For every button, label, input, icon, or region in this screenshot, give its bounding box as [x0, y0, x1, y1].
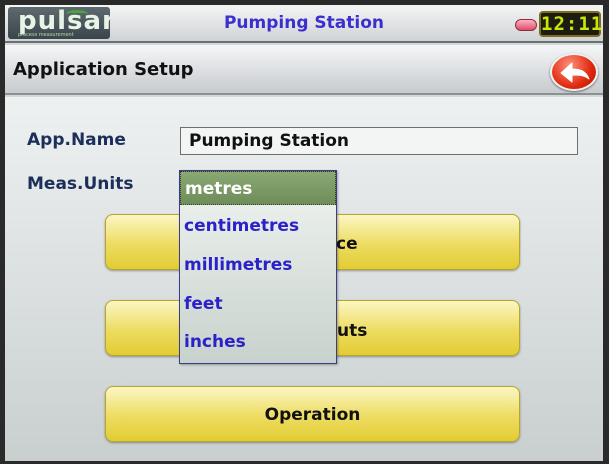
- app-name-field[interactable]: Pumping Station: [180, 127, 578, 155]
- units-option-millimetres[interactable]: millimetres: [180, 248, 336, 282]
- back-button[interactable]: [550, 53, 598, 91]
- units-option-inches[interactable]: inches: [180, 325, 336, 359]
- meas-units-dropdown[interactable]: metres centimetres millimetres feet inch…: [179, 170, 337, 364]
- app-title: Pumping Station: [223, 13, 385, 33]
- back-arrow-icon: [560, 62, 590, 83]
- page-title: Application Setup: [13, 59, 194, 80]
- operation-button[interactable]: Operation: [105, 386, 520, 442]
- menu-button-1-label: ce: [336, 234, 358, 254]
- units-option-centimetres[interactable]: centimetres: [180, 209, 336, 243]
- clock-display: 12:11: [539, 11, 603, 37]
- screen: pulsar process measurement Pumping Stati…: [5, 5, 603, 461]
- menu-button-2-label: uts: [337, 321, 368, 341]
- units-option-metres[interactable]: metres: [180, 171, 336, 205]
- page-header: Application Setup: [5, 45, 603, 95]
- units-option-feet[interactable]: feet: [180, 287, 336, 321]
- status-led-icon: [515, 19, 537, 31]
- title-bar: pulsar process measurement Pumping Stati…: [5, 5, 603, 43]
- app-name-label: App.Name: [27, 130, 126, 150]
- meas-units-label: Meas.Units: [27, 174, 134, 194]
